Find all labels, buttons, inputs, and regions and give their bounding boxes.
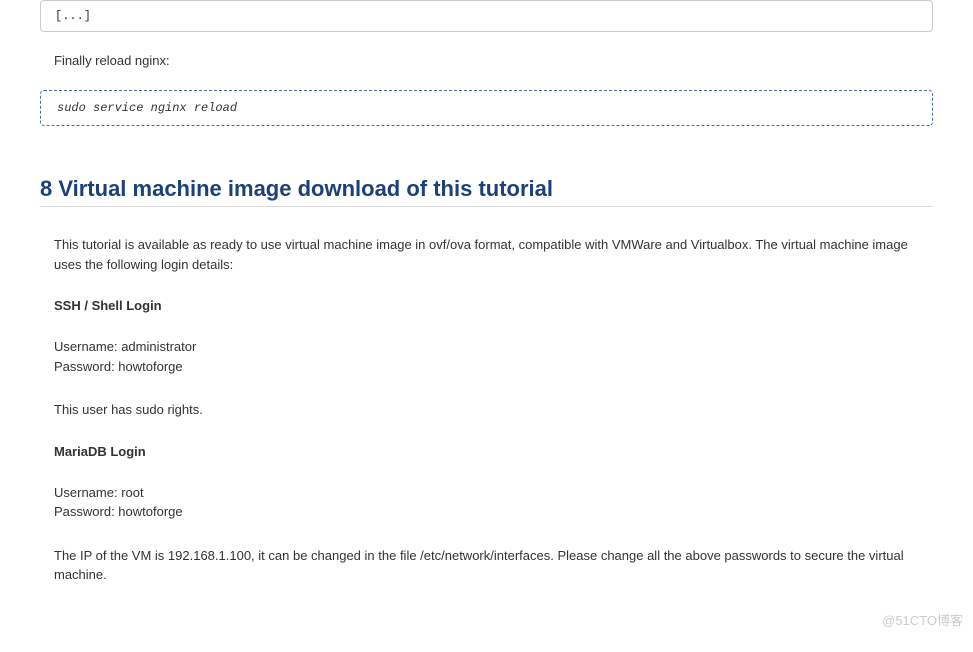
sudo-note: This user has sudo rights. xyxy=(54,400,933,420)
section-heading: 8 Virtual machine image download of this… xyxy=(40,176,933,207)
ip-note: The IP of the VM is 192.168.1.100, it ca… xyxy=(54,546,933,585)
code-block-top: [...] xyxy=(40,0,933,32)
watermark: @51CTO博客 xyxy=(882,610,963,629)
ssh-username: Username: administrator xyxy=(54,337,933,357)
mariadb-username: Username: root xyxy=(54,483,933,503)
mariadb-credentials: Username: root Password: howtoforge xyxy=(54,483,933,522)
ssh-password: Password: howtoforge xyxy=(54,357,933,377)
ssh-login-heading: SSH / Shell Login xyxy=(54,298,933,313)
ssh-credentials: Username: administrator Password: howtof… xyxy=(54,337,933,376)
code-block-reload: sudo service nginx reload xyxy=(40,90,933,126)
code-text: [...] xyxy=(55,9,91,23)
intro-paragraph: This tutorial is available as ready to u… xyxy=(54,235,933,274)
reload-command-text: sudo service nginx reload xyxy=(57,101,237,115)
mariadb-password: Password: howtoforge xyxy=(54,502,933,522)
content-section: This tutorial is available as ready to u… xyxy=(40,211,933,585)
mariadb-login-heading: MariaDB Login xyxy=(54,444,933,459)
finally-reload-text: Finally reload nginx: xyxy=(54,52,933,70)
